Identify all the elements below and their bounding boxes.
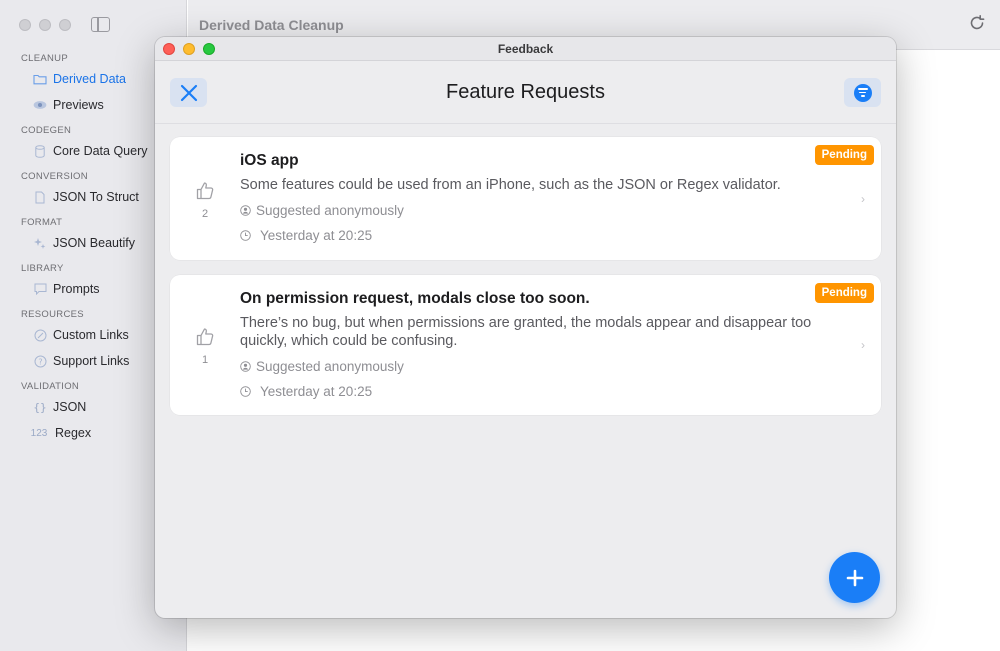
main-title: Derived Data Cleanup	[199, 17, 344, 33]
request-description: There’s no bug, but when permissions are…	[240, 315, 812, 349]
folder-icon	[33, 72, 47, 86]
braces-icon: {}	[33, 400, 47, 414]
feedback-window: Feedback Feature Requests 2 iOS app Some…	[155, 37, 896, 618]
sidebar-item-label: Prompts	[53, 282, 100, 296]
request-title: On permission request, modals close too …	[240, 290, 590, 307]
sidebar-item-label: JSON To Struct	[53, 190, 139, 204]
thumbs-up-icon	[196, 328, 214, 346]
time-row: Yesterday at 20:25	[240, 226, 830, 244]
author-row: Suggested anonymously	[240, 357, 830, 375]
clock-icon	[240, 229, 251, 241]
plus-icon	[846, 569, 863, 586]
vote-count: 1	[201, 354, 209, 366]
clock-icon	[240, 385, 251, 397]
vote-count: 2	[201, 208, 209, 220]
feedback-titlebar: Feedback	[155, 37, 896, 61]
sidebar-item-label: Core Data Query	[53, 144, 148, 158]
sidebar-toggle-icon[interactable]	[91, 17, 110, 32]
sidebar-item-label: Previews	[53, 98, 104, 112]
request-time: Yesterday at 20:25	[260, 383, 373, 399]
page-title: Feature Requests	[446, 81, 605, 103]
card-content: On permission request, modals close too …	[240, 289, 830, 400]
request-description: Some features could be used from an iPho…	[240, 177, 781, 193]
question-icon: ?	[33, 354, 47, 368]
close-window-button[interactable]	[19, 19, 31, 31]
request-author: Suggested anonymously	[256, 202, 404, 218]
feedback-toolbar: Feature Requests	[155, 62, 896, 124]
request-time: Yesterday at 20:25	[260, 227, 373, 243]
message-icon	[33, 282, 47, 296]
window-controls	[19, 19, 71, 31]
add-request-button[interactable]	[829, 552, 880, 603]
sidebar-item-label: Custom Links	[53, 328, 129, 342]
person-circle-icon	[240, 360, 251, 372]
sidebar-item-label: JSON	[53, 400, 87, 414]
upvote-button[interactable]: 1	[194, 327, 216, 366]
status-badge: Pending	[814, 283, 874, 303]
document-icon	[33, 190, 47, 204]
link-icon	[33, 328, 47, 342]
svg-text:?: ?	[38, 357, 42, 366]
time-row: Yesterday at 20:25	[240, 382, 830, 400]
card-content: iOS app Some features could be used from…	[240, 151, 830, 244]
feature-request-card[interactable]: 1 On permission request, modals close to…	[170, 275, 881, 415]
filter-button[interactable]	[844, 78, 881, 107]
upvote-button[interactable]: 2	[194, 181, 216, 220]
sparkle-icon	[33, 236, 47, 250]
request-author: Suggested anonymously	[256, 358, 404, 374]
feature-request-list: 2 iOS app Some features could be used fr…	[170, 137, 881, 430]
status-badge: Pending	[814, 145, 874, 165]
chevron-right-icon: ›	[861, 191, 865, 206]
author-row: Suggested anonymously	[240, 201, 830, 219]
person-circle-icon	[240, 204, 251, 216]
minimize-window-button[interactable]	[39, 19, 51, 31]
database-icon	[33, 144, 47, 158]
number-icon: 123	[30, 427, 48, 439]
sidebar-item-label: JSON Beautify	[53, 236, 135, 250]
thumbs-up-icon	[196, 182, 214, 200]
zoom-window-button[interactable]	[59, 19, 71, 31]
sidebar-item-label: Support Links	[53, 354, 130, 368]
refresh-icon[interactable]	[968, 14, 986, 32]
feature-request-card[interactable]: 2 iOS app Some features could be used fr…	[170, 137, 881, 260]
eye-icon	[33, 98, 47, 112]
sidebar-item-label: Regex	[55, 426, 92, 440]
chevron-right-icon: ›	[861, 338, 865, 352]
sidebar-item-label: Derived Data	[53, 72, 126, 86]
request-title: iOS app	[240, 152, 299, 169]
filter-icon	[853, 83, 872, 102]
feedback-window-title: Feedback	[497, 42, 554, 56]
